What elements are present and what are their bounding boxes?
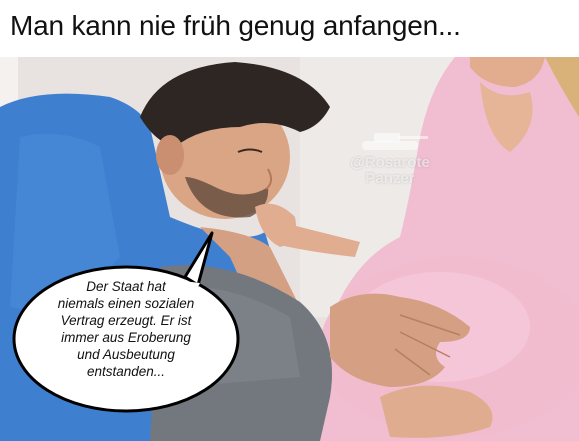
photo: @Rosarote Panzer bbox=[0, 57, 579, 441]
speech-line: Der Staat hat bbox=[86, 279, 166, 294]
caption: Man kann nie früh genug anfangen... bbox=[0, 0, 579, 57]
watermark: @Rosarote Panzer bbox=[340, 127, 440, 197]
speech-line: Vertrag erzeugt. Er ist bbox=[60, 313, 192, 328]
speech-line: immer aus Eroberung bbox=[61, 330, 191, 345]
watermark-name: Panzer bbox=[365, 170, 415, 187]
speech-line: entstanden... bbox=[86, 364, 166, 379]
speech-bubble-text: Der Staat hat niemals einen sozialen Ver… bbox=[26, 278, 226, 380]
tank-icon bbox=[362, 133, 428, 150]
speech-line: niemals einen sozialen bbox=[57, 296, 195, 311]
speech-line: und Ausbeutung bbox=[77, 347, 175, 362]
meme: Man kann nie früh genug anfangen... @Ros… bbox=[0, 0, 579, 441]
watermark-handle: @Rosarote bbox=[350, 154, 430, 171]
